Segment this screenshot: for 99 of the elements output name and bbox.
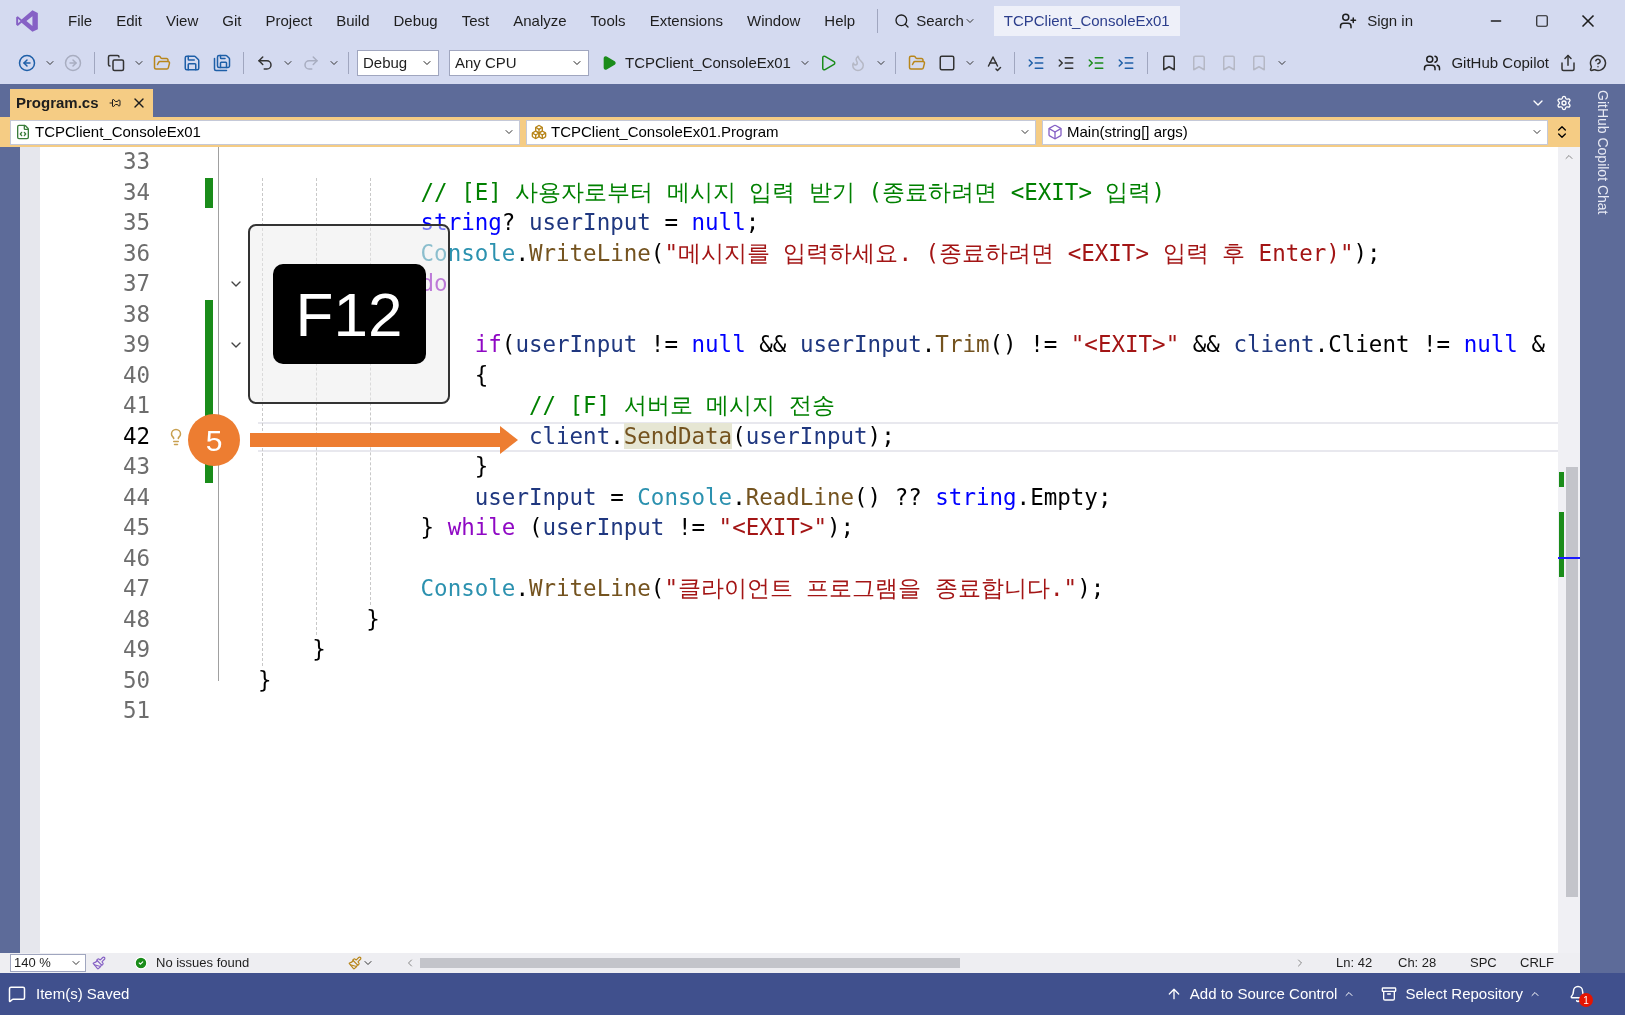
caret-position-marker (1558, 557, 1580, 559)
save-icon[interactable] (183, 54, 201, 72)
line-number: 37 (121, 269, 150, 299)
line-number: 35 (121, 208, 150, 238)
search-button[interactable]: Search (916, 6, 964, 36)
side-panel-tab[interactable]: GitHub Copilot Chat (1592, 90, 1613, 973)
line-ending-indicator: CRLF (1520, 954, 1555, 973)
undo-icon[interactable] (256, 54, 274, 72)
menu-item[interactable]: Analyze (501, 5, 579, 37)
brush-icon[interactable] (92, 956, 106, 970)
line-number: 51 (121, 696, 150, 726)
change-marker (1559, 512, 1564, 577)
code-line: } (258, 665, 272, 695)
line-number: 49 (121, 635, 150, 665)
scroll-thumb[interactable] (1566, 467, 1578, 897)
whitespace-indicator: SPC (1470, 954, 1498, 973)
share-icon[interactable] (1559, 54, 1577, 72)
repository-button[interactable]: Select Repository (1405, 982, 1523, 1006)
vertical-scrollbar[interactable] (1558, 147, 1580, 953)
brush-icon[interactable] (348, 956, 362, 970)
line-number: 40 (121, 360, 150, 390)
menu-item[interactable]: Project (253, 5, 325, 37)
tab-label[interactable]: Program.cs (16, 91, 99, 115)
play-icon[interactable] (601, 55, 617, 71)
document-tab[interactable]: Program.cs (10, 89, 153, 117)
archive-icon[interactable] (1381, 986, 1398, 1002)
code-line: } (473, 452, 489, 482)
code-file-icon (15, 124, 31, 140)
menu-item[interactable]: Debug (381, 5, 450, 37)
window-icon[interactable] (937, 54, 956, 72)
code-line: if(userInput != null && userInput.Trim() != "<EXIT>" && client.Client != null & (473, 330, 1545, 360)
start-button[interactable]: TCPClient_ConsoleEx01 (621, 49, 795, 77)
menu-item[interactable]: Extensions (637, 5, 735, 37)
search-icon[interactable] (894, 13, 911, 29)
menu-item[interactable]: Help (812, 5, 868, 37)
line-number: 43 (121, 452, 150, 482)
line-number: 46 (121, 543, 150, 573)
menu-item[interactable]: Test (449, 5, 502, 37)
line-number: 50 (121, 665, 150, 695)
back-icon[interactable] (18, 54, 36, 72)
code-line: } (365, 604, 380, 634)
code-line: userInput = Console.ReadLine() ?? string.Empty; (473, 482, 1112, 512)
notification-badge: 1 (1579, 993, 1593, 1007)
message-icon (8, 985, 26, 1003)
column-indicator: Ch: 28 (1398, 954, 1438, 973)
menu-item[interactable]: Build (324, 5, 382, 37)
configuration-dropdown[interactable]: Debug (357, 50, 439, 76)
menu-item[interactable]: Window (735, 5, 813, 37)
line-number: 36 (121, 238, 150, 268)
maximize-icon[interactable] (1535, 14, 1549, 28)
change-marker (1559, 472, 1564, 487)
code-line: // [F] 서버로 메시지 전송 (527, 391, 835, 421)
indent-icon[interactable] (1056, 54, 1075, 72)
copilot-button[interactable]: GitHub Copilot (1449, 49, 1551, 77)
source-control-button[interactable]: Add to Source Control (1189, 982, 1338, 1006)
class-icon (531, 124, 547, 140)
code-line: Console.WriteLine("클라이언트 프로그램을 종료합니다."); (419, 574, 1105, 604)
folder-icon[interactable] (153, 54, 171, 72)
code-line: { (473, 360, 489, 390)
code-line: } (311, 635, 326, 665)
issues-status[interactable]: No issues found (156, 953, 336, 973)
code-line: // [E] 사용자로부터 메시지 입력 받기 (종료하려면 <EXIT> 입력) (419, 177, 1166, 207)
menu-item[interactable]: File (56, 5, 105, 37)
line-number: 44 (121, 482, 150, 512)
solution-name: TCPClient_ConsoleEx01 (993, 6, 1180, 36)
line-number: 47 (121, 574, 150, 604)
menu-item[interactable]: View (154, 5, 211, 37)
pin-icon[interactable] (108, 97, 121, 109)
line-number: 42 (121, 421, 150, 451)
indent-icon[interactable] (1116, 54, 1135, 72)
method-icon (1047, 124, 1063, 140)
settings-icon[interactable] (1556, 95, 1572, 111)
line-number: 33 (121, 147, 150, 177)
code-line: } while (userInput != "<EXIT>"); (419, 513, 855, 543)
menu-item[interactable]: Tools (578, 5, 638, 37)
horizontal-scrollbar[interactable] (420, 958, 960, 968)
feedback-icon[interactable] (1589, 54, 1607, 72)
status-message: Item(s) Saved (36, 983, 130, 1004)
platform-dropdown[interactable]: Any CPU (449, 50, 589, 76)
save-all-icon[interactable] (213, 54, 231, 72)
line-number: 48 (121, 604, 150, 634)
logo-icon (14, 8, 40, 34)
indent-icon[interactable] (1026, 54, 1045, 72)
menu-item[interactable]: Edit (104, 5, 155, 37)
menu-item[interactable]: Git (210, 5, 254, 37)
sign-in-button[interactable]: Sign in (1367, 6, 1413, 36)
person-add-icon[interactable] (1339, 12, 1358, 30)
key-label: F12 (272, 264, 426, 364)
copy-icon[interactable] (107, 54, 125, 72)
folder-icon[interactable] (907, 54, 926, 72)
line-indicator: Ln: 42 (1336, 954, 1374, 973)
line-number: 39 (121, 330, 150, 360)
line-number: 34 (121, 177, 150, 207)
line-number: 38 (121, 299, 150, 329)
line-number: 45 (121, 513, 150, 543)
code-line: string? userInput = null; (419, 208, 760, 238)
check-icon (134, 956, 148, 970)
line-number: 41 (121, 391, 150, 421)
people-icon[interactable] (1423, 54, 1442, 72)
